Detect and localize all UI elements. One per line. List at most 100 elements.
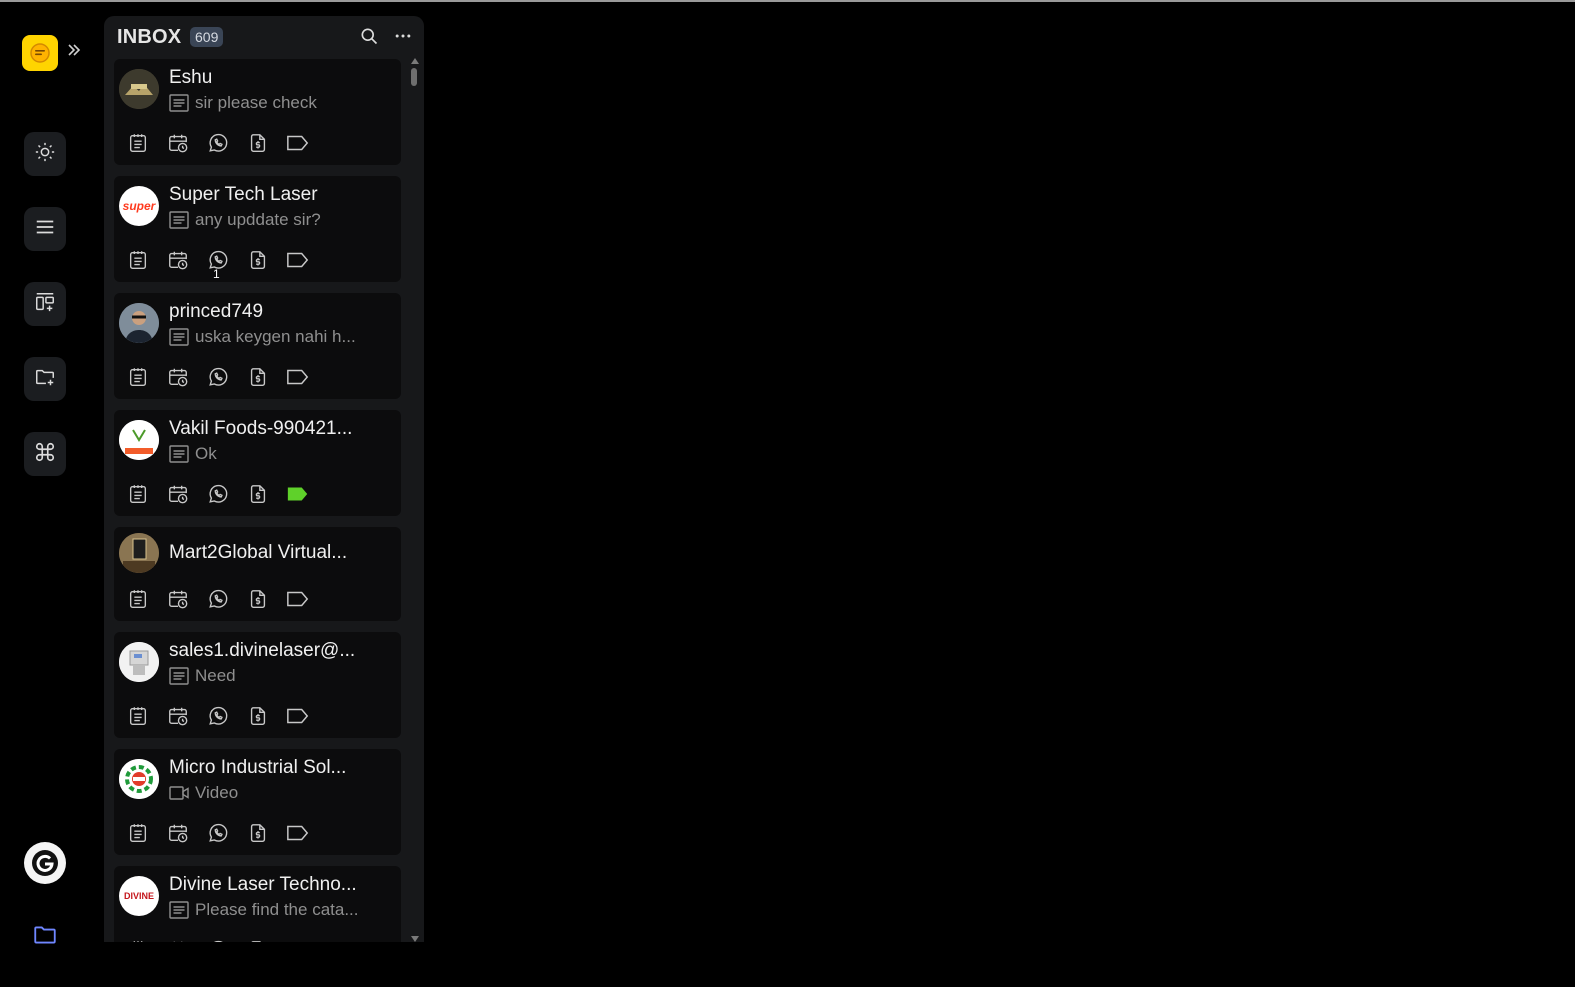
notes-icon[interactable] (126, 131, 150, 155)
avatar: super (119, 186, 159, 226)
inbox-panel: INBOX 609 Eshu sir please check super Su… (104, 16, 424, 942)
whatsapp-icon[interactable] (206, 482, 230, 506)
invoice-icon[interactable] (246, 704, 270, 728)
inbox-title: INBOX (117, 26, 182, 48)
conversation-card[interactable]: Micro Industrial Sol... Video (114, 749, 401, 855)
message-icon (169, 445, 189, 463)
whatsapp-icon[interactable] (206, 704, 230, 728)
whatsapp-icon[interactable]: 1 (206, 248, 230, 281)
calendar-clock-icon[interactable] (166, 704, 190, 728)
window-top-border (0, 0, 1575, 2)
message-icon (169, 667, 189, 685)
message-icon (169, 211, 189, 229)
conversation-card[interactable]: DIVINE Divine Laser Techno... Please fin… (114, 866, 401, 942)
conversation-name: princed749 (169, 301, 264, 322)
conversation-card[interactable]: Vakil Foods-990421... Ok (114, 410, 401, 516)
conversation-card[interactable]: super Super Tech Laser any upddate sir? … (114, 176, 401, 282)
whatsapp-icon[interactable] (206, 938, 230, 942)
conversation-card[interactable]: sales1.divinelaser@... Need (114, 632, 401, 738)
conversation-name: Micro Industrial Sol... (169, 757, 347, 778)
calendar-clock-icon[interactable] (166, 938, 190, 942)
scroll-down-arrow-icon[interactable] (411, 936, 419, 942)
conversation-card[interactable]: princed749 uska keygen nahi h... (114, 293, 401, 399)
conversation-preview: any upddate sir? (169, 210, 321, 230)
calendar-clock-icon[interactable] (166, 482, 190, 506)
folder-icon[interactable] (32, 922, 58, 948)
invoice-icon[interactable] (246, 821, 270, 845)
label-tag-icon[interactable] (286, 131, 310, 155)
search-icon[interactable] (359, 26, 379, 46)
avatar (119, 69, 159, 109)
label-tag-icon[interactable] (286, 248, 310, 272)
conversation-list: Eshu sir please check super Super Tech L… (114, 59, 401, 942)
brand-g-logo-icon[interactable] (24, 842, 66, 884)
whatsapp-icon[interactable] (206, 587, 230, 611)
folder-add-icon (34, 366, 56, 393)
calendar-clock-icon[interactable] (166, 248, 190, 272)
whatsapp-icon[interactable] (206, 131, 230, 155)
label-tag-icon[interactable] (286, 587, 310, 611)
conversation-card[interactable]: Mart2Global Virtual... (114, 527, 401, 621)
notes-icon[interactable] (126, 587, 150, 611)
label-tag-icon[interactable] (286, 704, 310, 728)
avatar (119, 533, 159, 573)
calendar-clock-icon[interactable] (166, 587, 190, 611)
notes-icon[interactable] (126, 248, 150, 272)
chat-bubble-icon[interactable] (22, 35, 58, 71)
invoice-icon[interactable] (246, 248, 270, 272)
card-actions (126, 586, 326, 612)
card-actions (126, 130, 326, 156)
avatar (119, 759, 159, 799)
notes-icon[interactable] (126, 938, 150, 942)
conversation-scrollbar[interactable] (410, 56, 420, 942)
ellipsis-icon[interactable] (393, 26, 413, 46)
card-actions (126, 481, 326, 507)
notes-icon[interactable] (126, 704, 150, 728)
double-chevron-right-icon[interactable] (66, 42, 82, 58)
calendar-clock-icon[interactable] (166, 821, 190, 845)
invoice-icon[interactable] (246, 938, 270, 942)
label-tag-icon[interactable] (286, 938, 310, 942)
avatar: DIVINE (119, 876, 159, 916)
conversation-name: Divine Laser Techno... (169, 874, 357, 895)
calendar-clock-icon[interactable] (166, 131, 190, 155)
folder-add-button[interactable] (24, 357, 66, 401)
scroll-up-arrow-icon[interactable] (411, 58, 419, 64)
card-actions (126, 364, 326, 390)
theme-toggle-button[interactable] (24, 132, 66, 176)
unread-count: 1 (213, 267, 220, 281)
avatar (119, 303, 159, 343)
label-tag-icon[interactable] (286, 821, 310, 845)
invoice-icon[interactable] (246, 587, 270, 611)
card-actions (126, 820, 326, 846)
message-icon (169, 94, 189, 112)
menu-button[interactable] (24, 207, 66, 251)
conversation-name: sales1.divinelaser@... (169, 640, 356, 661)
board-add-button[interactable] (24, 282, 66, 326)
conversation-name: Eshu (169, 67, 213, 88)
conversation-preview: Video (169, 783, 238, 803)
message-icon (169, 901, 189, 919)
command-button[interactable] (24, 432, 66, 476)
sun-icon (34, 141, 56, 168)
card-actions (126, 703, 326, 729)
conversation-card[interactable]: Eshu sir please check (114, 59, 401, 165)
invoice-icon[interactable] (246, 131, 270, 155)
card-actions (126, 937, 326, 942)
notes-icon[interactable] (126, 482, 150, 506)
calendar-clock-icon[interactable] (166, 365, 190, 389)
message-icon (169, 328, 189, 346)
card-actions: 1 (126, 247, 326, 281)
whatsapp-icon[interactable] (206, 821, 230, 845)
whatsapp-icon[interactable] (206, 365, 230, 389)
invoice-icon[interactable] (246, 482, 270, 506)
invoice-icon[interactable] (246, 365, 270, 389)
conversation-preview: Ok (169, 444, 217, 464)
notes-icon[interactable] (126, 821, 150, 845)
video-icon (169, 786, 189, 800)
notes-icon[interactable] (126, 365, 150, 389)
left-rail (0, 2, 90, 987)
label-tag-active-icon[interactable] (286, 482, 310, 506)
label-tag-icon[interactable] (286, 365, 310, 389)
scroll-thumb[interactable] (411, 68, 417, 86)
